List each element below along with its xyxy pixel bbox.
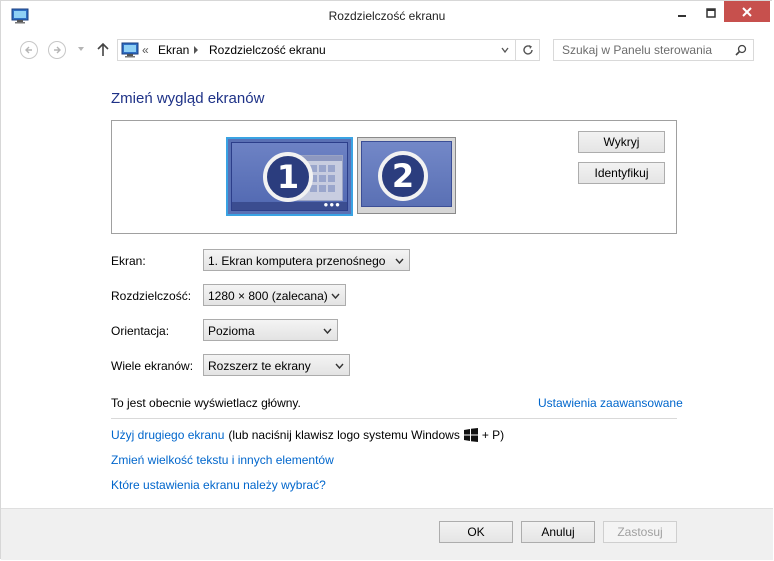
chevron-right-icon[interactable]	[193, 46, 199, 54]
orientation-select-value: Pozioma	[208, 324, 255, 338]
multiple-displays-label: Wiele ekranów:	[111, 359, 194, 373]
display-resolution-window: Rozdzielczość ekranu « Ekran Rozdzielczo…	[0, 0, 773, 560]
refresh-button[interactable]	[516, 39, 540, 61]
display-select[interactable]: 1. Ekran komputera przenośnego	[203, 249, 410, 271]
second-screen-link[interactable]: Użyj drugiego ekranu	[111, 428, 224, 442]
up-arrow-icon[interactable]	[96, 42, 110, 58]
second-screen-row: Użyj drugiego ekranu (lub naciśnij klawi…	[111, 428, 504, 442]
text-size-link[interactable]: Zmień wielkość tekstu i innych elementów	[111, 453, 334, 467]
ok-button[interactable]: OK	[439, 521, 513, 543]
chevron-down-icon	[335, 363, 344, 369]
resolution-select-value: 1280 × 800 (zalecana)	[208, 289, 328, 303]
button-bar: OK Anuluj Zastosuj	[1, 509, 773, 560]
arrow-right-icon	[54, 46, 61, 54]
breadcrumb-ekran[interactable]: Ekran	[158, 43, 189, 57]
monitor-number-2: 2	[378, 151, 428, 201]
primary-display-info: To jest obecnie wyświetlacz główny.	[111, 396, 301, 410]
taskbar-dots-icon: ●●●	[323, 200, 341, 209]
search-icon[interactable]	[735, 44, 747, 56]
monitor-1[interactable]: ●●● 1	[226, 137, 353, 216]
divider	[111, 418, 677, 419]
chevron-down-icon[interactable]	[501, 47, 509, 53]
windows-logo-icon	[463, 428, 478, 442]
title-bar: Rozdzielczość ekranu	[1, 1, 773, 32]
detect-button[interactable]: Wykryj	[578, 131, 665, 153]
forward-button[interactable]	[48, 41, 66, 59]
resolution-label: Rozdzielczość:	[111, 289, 192, 303]
breadcrumb-resolution[interactable]: Rozdzielczość ekranu	[209, 43, 326, 57]
orientation-select[interactable]: Pozioma	[203, 319, 338, 341]
control-panel-display-icon	[121, 42, 139, 58]
advanced-settings-link[interactable]: Ustawienia zaawansowane	[538, 396, 683, 410]
refresh-icon	[522, 45, 533, 55]
navigation-bar: « Ekran Rozdzielczość ekranu	[1, 32, 773, 68]
maximize-icon	[706, 7, 716, 18]
search-input[interactable]	[554, 40, 737, 60]
arrow-left-icon	[25, 46, 32, 54]
page-title: Zmień wygląd ekranów	[111, 90, 265, 107]
window-title: Rozdzielczość ekranu	[328, 9, 446, 23]
search-box[interactable]	[553, 39, 754, 61]
multiple-displays-select[interactable]: Rozszerz te ekrany	[203, 354, 350, 376]
minimize-icon	[678, 14, 686, 17]
second-screen-hint-suffix: + P)	[481, 428, 505, 442]
main-content: Zmień wygląd ekranów ●●● 1 2 Wykryj Iden…	[1, 68, 773, 508]
recent-locations-chevron-down-icon[interactable]	[77, 45, 85, 53]
breadcrumb-overflow[interactable]: «	[142, 43, 149, 57]
identify-button[interactable]: Identyfikuj	[578, 162, 665, 184]
close-icon	[742, 6, 752, 17]
minimize-button[interactable]	[668, 2, 696, 23]
cancel-button[interactable]: Anuluj	[521, 521, 595, 543]
orientation-label: Orientacja:	[111, 324, 170, 338]
monitor-2[interactable]: 2	[357, 137, 456, 214]
back-button[interactable]	[20, 41, 38, 59]
maximize-button[interactable]	[697, 2, 725, 23]
address-bar[interactable]: « Ekran Rozdzielczość ekranu	[117, 39, 516, 61]
resolution-select[interactable]: 1280 × 800 (zalecana)	[203, 284, 346, 306]
monitor-number-1: 1	[263, 152, 313, 202]
display-select-value: 1. Ekran komputera przenośnego	[208, 254, 386, 268]
which-settings-link[interactable]: Które ustawienia ekranu należy wybrać?	[111, 478, 326, 492]
chevron-down-icon	[323, 328, 332, 334]
mini-taskbar: ●●●	[232, 200, 347, 210]
second-screen-hint: (lub naciśnij klawisz logo systemu Windo…	[228, 428, 460, 442]
apply-button[interactable]: Zastosuj	[603, 521, 677, 543]
multiple-displays-select-value: Rozszerz te ekrany	[208, 359, 311, 373]
chevron-down-icon	[395, 258, 404, 264]
display-label: Ekran:	[111, 254, 146, 268]
close-button[interactable]	[724, 1, 770, 22]
chevron-down-icon	[331, 293, 340, 299]
